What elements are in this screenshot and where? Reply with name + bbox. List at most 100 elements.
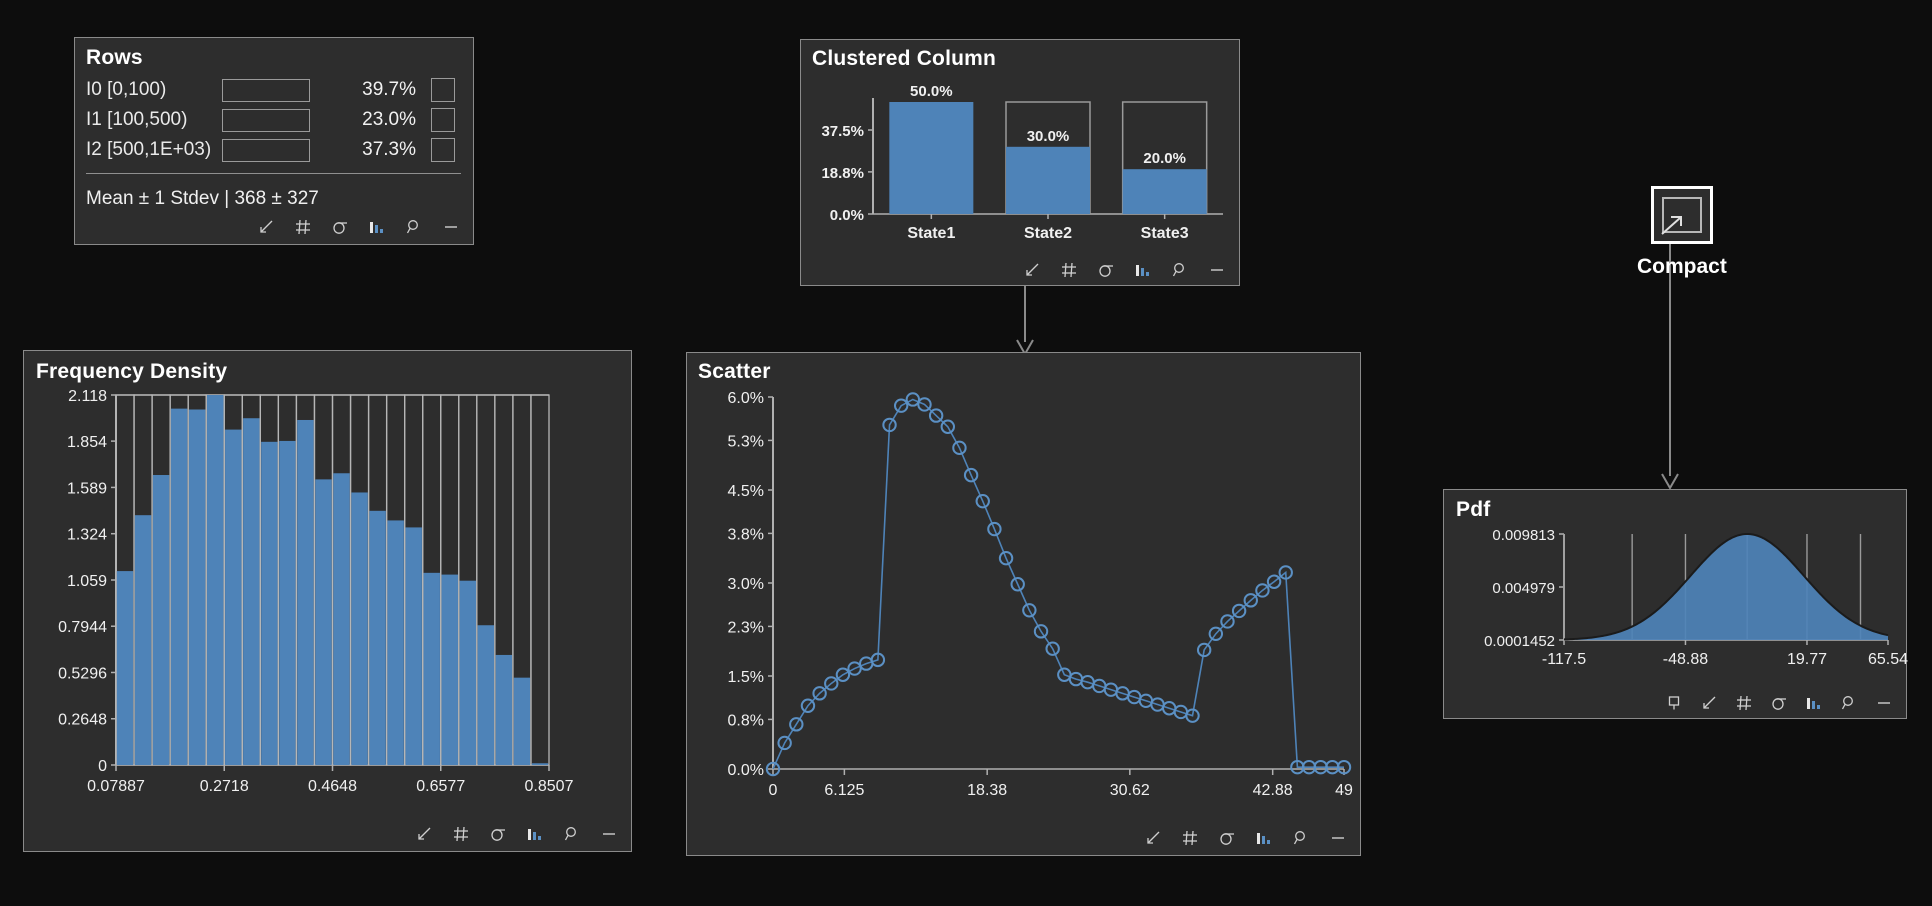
row-label: I0 [0,100) [86, 79, 167, 100]
row-checkbox[interactable] [431, 78, 455, 102]
compact-node-label: Compact [1637, 255, 1727, 278]
search-icon[interactable] [1291, 828, 1311, 848]
axis-tick-label: 1.589 [67, 480, 107, 497]
bar-chart-icon[interactable] [1133, 260, 1153, 280]
grid-icon[interactable] [1734, 693, 1754, 713]
collapse-icon[interactable] [1699, 693, 1719, 713]
collapse-icon[interactable] [1143, 828, 1163, 848]
axis-tick-label: 49 [1335, 782, 1353, 799]
bar[interactable] [1122, 169, 1207, 214]
bar-chart-icon[interactable] [525, 824, 545, 844]
minimize-icon[interactable] [1874, 693, 1894, 713]
histogram-bar[interactable] [243, 418, 260, 765]
histogram-bar[interactable] [333, 473, 350, 765]
axis-tick-label: 3.0% [728, 576, 764, 593]
axis-tick-label: 0 [98, 758, 107, 775]
list-item[interactable]: I0 [0,100) 39.7% [75, 76, 473, 104]
minimize-icon[interactable] [1207, 260, 1227, 280]
axis-tick-label: 5.3% [728, 433, 764, 450]
scatter-toolbar [1143, 828, 1348, 848]
histogram-bar[interactable] [459, 580, 477, 765]
histogram-bar[interactable] [531, 763, 549, 765]
row-checkbox[interactable] [431, 138, 455, 162]
axis-tick-label: 0.7944 [58, 619, 107, 636]
expand-arrow-icon [1661, 216, 1682, 235]
bar-chart-icon[interactable] [367, 217, 387, 237]
histogram-bar[interactable] [369, 510, 386, 765]
axis-tick-label: 65.54 [1868, 651, 1908, 668]
axis-tick-label: 0.5296 [58, 665, 107, 682]
axis-tick-label: 18.38 [967, 782, 1007, 799]
histogram-bar[interactable] [513, 677, 531, 765]
grid-icon[interactable] [1059, 260, 1079, 280]
sigma-icon[interactable] [1096, 260, 1116, 280]
grid-icon[interactable] [1180, 828, 1200, 848]
row-label: I2 [500,1E+03) [86, 139, 212, 160]
histogram-bar[interactable] [441, 574, 458, 765]
compact-node: Compact [1637, 186, 1727, 279]
histogram-bar[interactable] [134, 515, 152, 765]
bar-value-label: 20.0% [1143, 150, 1186, 167]
axis-tick-label: 2.118 [68, 388, 107, 405]
axis-tick-label: 1.059 [67, 573, 107, 590]
search-icon[interactable] [404, 217, 424, 237]
bar[interactable] [889, 102, 974, 214]
histogram-bar[interactable] [261, 441, 278, 765]
axis-tick-label: 6.125 [824, 782, 864, 799]
histogram-bar[interactable] [116, 571, 134, 765]
histogram-bar[interactable] [387, 520, 404, 765]
histogram-bar[interactable] [279, 440, 296, 765]
sigma-icon[interactable] [330, 217, 350, 237]
row-bar [222, 108, 310, 132]
histogram-bar[interactable] [477, 625, 495, 765]
axis-tick-label: -117.5 [1542, 651, 1586, 668]
histogram-bar[interactable] [207, 395, 224, 765]
histogram-bar[interactable] [423, 572, 440, 765]
connector-compact-to-pdf [1661, 244, 1679, 491]
minimize-icon[interactable] [1328, 828, 1348, 848]
histogram-bar[interactable] [188, 409, 206, 765]
histogram-bar[interactable] [225, 429, 242, 765]
row-percent: 23.0% [362, 109, 416, 130]
minimize-icon[interactable] [441, 217, 461, 237]
axis-tick-label: 0.0% [830, 207, 864, 224]
pin-icon[interactable] [1664, 693, 1684, 713]
histogram-bar[interactable] [315, 479, 332, 765]
grid-icon[interactable] [451, 824, 471, 844]
minimize-icon[interactable] [599, 824, 619, 844]
bar-chart-icon[interactable] [1804, 693, 1824, 713]
search-icon[interactable] [1170, 260, 1190, 280]
collapse-icon[interactable] [256, 217, 276, 237]
histogram-bar[interactable] [297, 419, 314, 765]
collapse-icon[interactable] [1022, 260, 1042, 280]
row-checkbox[interactable] [431, 108, 455, 132]
axis-tick-label: 0.009813 [1492, 527, 1555, 544]
axis-tick-label: 18.8% [821, 165, 864, 182]
expand-window-icon[interactable] [1650, 186, 1713, 244]
frequency-density-chart: 0 0.2648 0.5296 0.7944 1.059 1.324 1.589 1.854 2… [58, 388, 574, 795]
bar[interactable] [1006, 146, 1090, 214]
axis-tick-label: 30.62 [1110, 782, 1150, 799]
rows-panel-toolbar [256, 217, 461, 237]
category-label: State3 [1141, 225, 1189, 242]
sigma-icon[interactable] [488, 824, 508, 844]
search-icon[interactable] [1839, 693, 1859, 713]
sigma-icon[interactable] [1217, 828, 1237, 848]
list-item[interactable]: I1 [100,500) 23.0% [75, 106, 473, 134]
bar-chart-icon[interactable] [1254, 828, 1274, 848]
histogram-bar[interactable] [170, 408, 188, 765]
rows-panel: Rows I0 [0,100) 39.7% I1 [100,500) 23.0%… [74, 37, 474, 245]
histogram-bar[interactable] [152, 475, 170, 765]
search-icon[interactable] [562, 824, 582, 844]
collapse-icon[interactable] [414, 824, 434, 844]
dashboard-canvas: Rows I0 [0,100) 39.7% I1 [100,500) 23.0%… [0, 0, 1932, 906]
list-item[interactable]: I2 [500,1E+03) 37.3% [75, 136, 473, 164]
grid-icon[interactable] [293, 217, 313, 237]
axis-tick-label: 1.854 [67, 434, 107, 451]
histogram-bar[interactable] [351, 492, 368, 765]
histogram-bar[interactable] [405, 527, 422, 765]
axis-tick-label: 42.88 [1253, 782, 1293, 799]
axis-tick-label: 0.6577 [416, 778, 465, 795]
sigma-icon[interactable] [1769, 693, 1789, 713]
histogram-bar[interactable] [495, 654, 513, 765]
